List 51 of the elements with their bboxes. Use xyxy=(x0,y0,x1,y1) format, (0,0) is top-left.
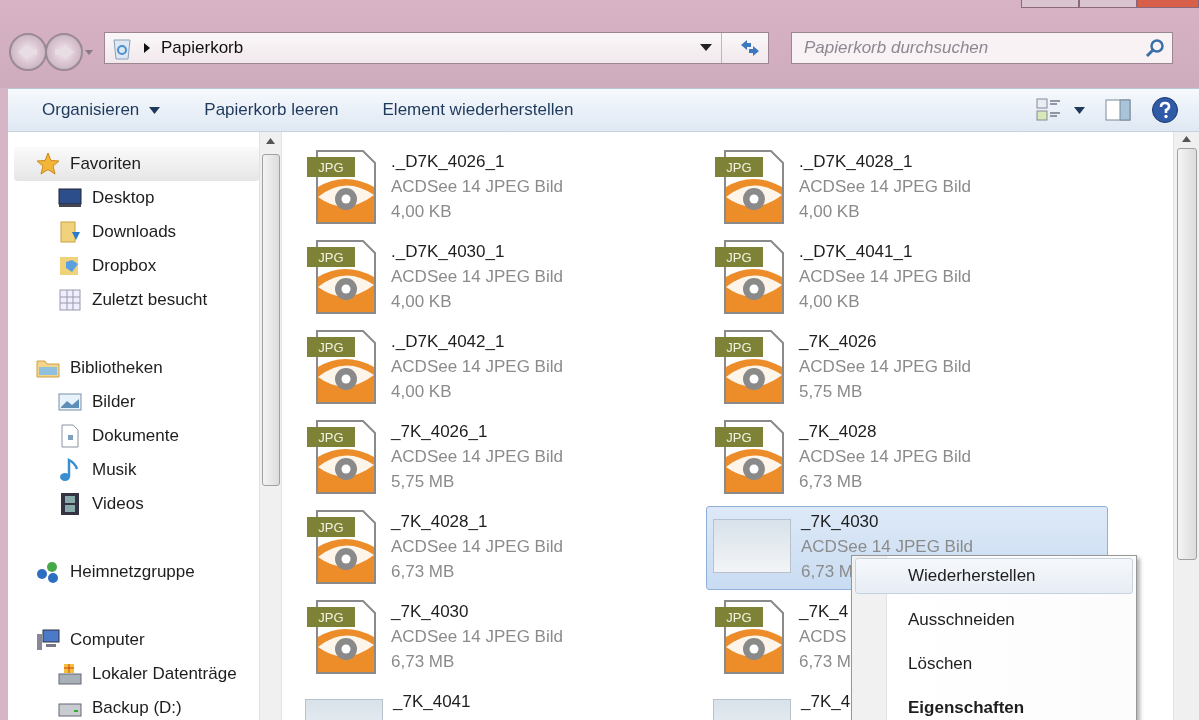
file-name: ._D7K_4026_1 xyxy=(391,151,505,173)
file-type: ACDSee 14 JPEG Bild xyxy=(391,356,563,378)
file-type: ACDSee 14 JPEG Bild xyxy=(391,536,563,558)
file-size: 6,73 MB xyxy=(391,651,455,673)
sidebar-label: Desktop xyxy=(92,188,155,208)
file-type: ACDSee 14 JPEG Bild xyxy=(391,176,563,198)
file-name: _7K_4028_1 xyxy=(391,511,488,533)
file-size: 5,75 MB xyxy=(391,471,455,493)
sidebar-label: Videos xyxy=(92,494,144,514)
file-name: _7K_4041 xyxy=(393,691,471,713)
sidebar-label: Backup (D:) xyxy=(92,698,182,718)
file-name: _7K_4 xyxy=(801,691,851,713)
file-name: _7K_4 xyxy=(799,601,849,623)
file-name: _7K_4030 xyxy=(391,601,469,623)
file-size: 4,00 KB xyxy=(799,291,860,313)
file-size: 4,00 KB xyxy=(391,381,452,403)
file-name: ._D7K_4030_1 xyxy=(391,241,505,263)
sidebar-label: Lokaler Datenträge xyxy=(92,664,237,684)
file-name: _7K_4026 xyxy=(799,331,877,353)
sidebar-label: Downloads xyxy=(92,222,177,242)
file-type: ACDSee 14 JPEG Bild xyxy=(391,626,563,648)
file-name: _7K_4026_1 xyxy=(391,421,488,443)
file-type: ACDSee 14 JPEG Bild xyxy=(391,446,563,468)
file-type: ACDSee 14 JPEG Bild xyxy=(801,536,973,558)
file-name: _7K_4028 xyxy=(799,421,877,443)
file-type: ACDSee 14 JPEG Bild xyxy=(799,266,971,288)
file-name: ._D7K_4041_1 xyxy=(799,241,913,263)
sidebar-label: Dokumente xyxy=(92,426,179,446)
file-type: ACDSee 14 JPEG Bild xyxy=(799,446,971,468)
sidebar-label: Computer xyxy=(70,630,145,650)
sidebar-label: Dropbox xyxy=(92,256,157,276)
sidebar-label: Favoriten xyxy=(70,154,141,174)
sidebar-label: Zuletzt besucht xyxy=(92,290,208,310)
file-size: 6,73 MB xyxy=(799,471,863,493)
sidebar-label: Musik xyxy=(92,460,137,480)
file-name: ._D7K_4028_1 xyxy=(799,151,913,173)
file-size: 6,73 MB xyxy=(391,561,455,583)
file-size: 6,73 M xyxy=(799,651,851,673)
file-size: 4,00 KB xyxy=(391,291,452,313)
file-type: ACDSee 14 JPEG Bild xyxy=(391,266,563,288)
sidebar-label: Bilder xyxy=(92,392,136,412)
file-size: 4,00 KB xyxy=(391,201,452,223)
sidebar-label: Heimnetzgruppe xyxy=(70,562,195,582)
sidebar-label: Bibliotheken xyxy=(70,358,163,378)
file-size: 4,00 KB xyxy=(799,201,860,223)
file-type: ACDSee 14 JPEG Bild xyxy=(799,176,971,198)
file-name: _7K_4030 xyxy=(801,511,879,533)
file-type: ACDS xyxy=(799,626,847,648)
file-name: ._D7K_4042_1 xyxy=(391,331,505,353)
file-size: 5,75 MB xyxy=(799,381,863,403)
file-type: ACDSee 14 JPEG Bild xyxy=(799,356,971,378)
